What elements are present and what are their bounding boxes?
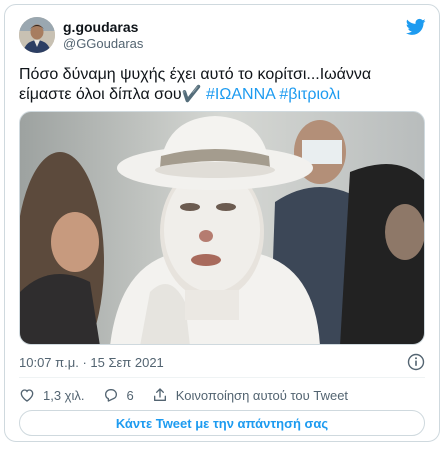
tweet-text: Πόσο δύναμη ψυχής έχει αυτό το κορίτσι..… [19, 65, 429, 105]
share-icon [153, 388, 166, 401]
author-display-name[interactable]: g.goudaras [63, 19, 138, 35]
tweet-photo[interactable] [19, 111, 425, 345]
share-button[interactable]: Κοινοποίηση αυτού του Tweet [152, 387, 348, 403]
like-count: 1,3 χιλ. [43, 387, 85, 403]
tweet-reply-button[interactable]: Κάντε Tweet με την απάντησή σας [19, 410, 425, 436]
hashtag-vitrioli[interactable]: #βιτριολι [279, 86, 340, 103]
tweet-actions: 1,3 χιλ. 6 Κοινοποίηση αυτού του Tweet [19, 385, 366, 405]
divider [19, 377, 425, 378]
author-handle[interactable]: @GGoudaras [63, 36, 143, 51]
hashtag-ioanna[interactable]: #ΙΩΑΝΝΑ [206, 86, 275, 103]
reply-action-button[interactable]: 6 [103, 387, 134, 403]
twitter-bird-icon[interactable] [405, 17, 427, 37]
like-button[interactable]: 1,3 χιλ. [19, 387, 85, 403]
tweet-text-line2: είμαστε όλοι δίπλα σου✔️ #ΙΩΑΝΝΑ #βιτριο… [19, 85, 429, 105]
tweet-card[interactable]: g.goudaras @GGoudaras Πόσο δύναμη ψυχής … [4, 4, 440, 442]
reply-icon [104, 389, 117, 402]
heart-icon [20, 389, 34, 402]
tweet-text-line2-prefix: είμαστε όλοι δίπλα σου✔️ [19, 86, 207, 103]
share-label: Κοινοποίηση αυτού του Tweet [175, 387, 349, 403]
reply-count: 6 [126, 387, 134, 403]
tweet-text-line1: Πόσο δύναμη ψυχής έχει αυτό το κορίτσι..… [19, 66, 372, 83]
avatar[interactable] [19, 17, 55, 53]
info-icon[interactable] [407, 353, 425, 371]
tweet-timestamp[interactable]: 10:07 π.μ. · 15 Σεπ 2021 [19, 355, 164, 370]
